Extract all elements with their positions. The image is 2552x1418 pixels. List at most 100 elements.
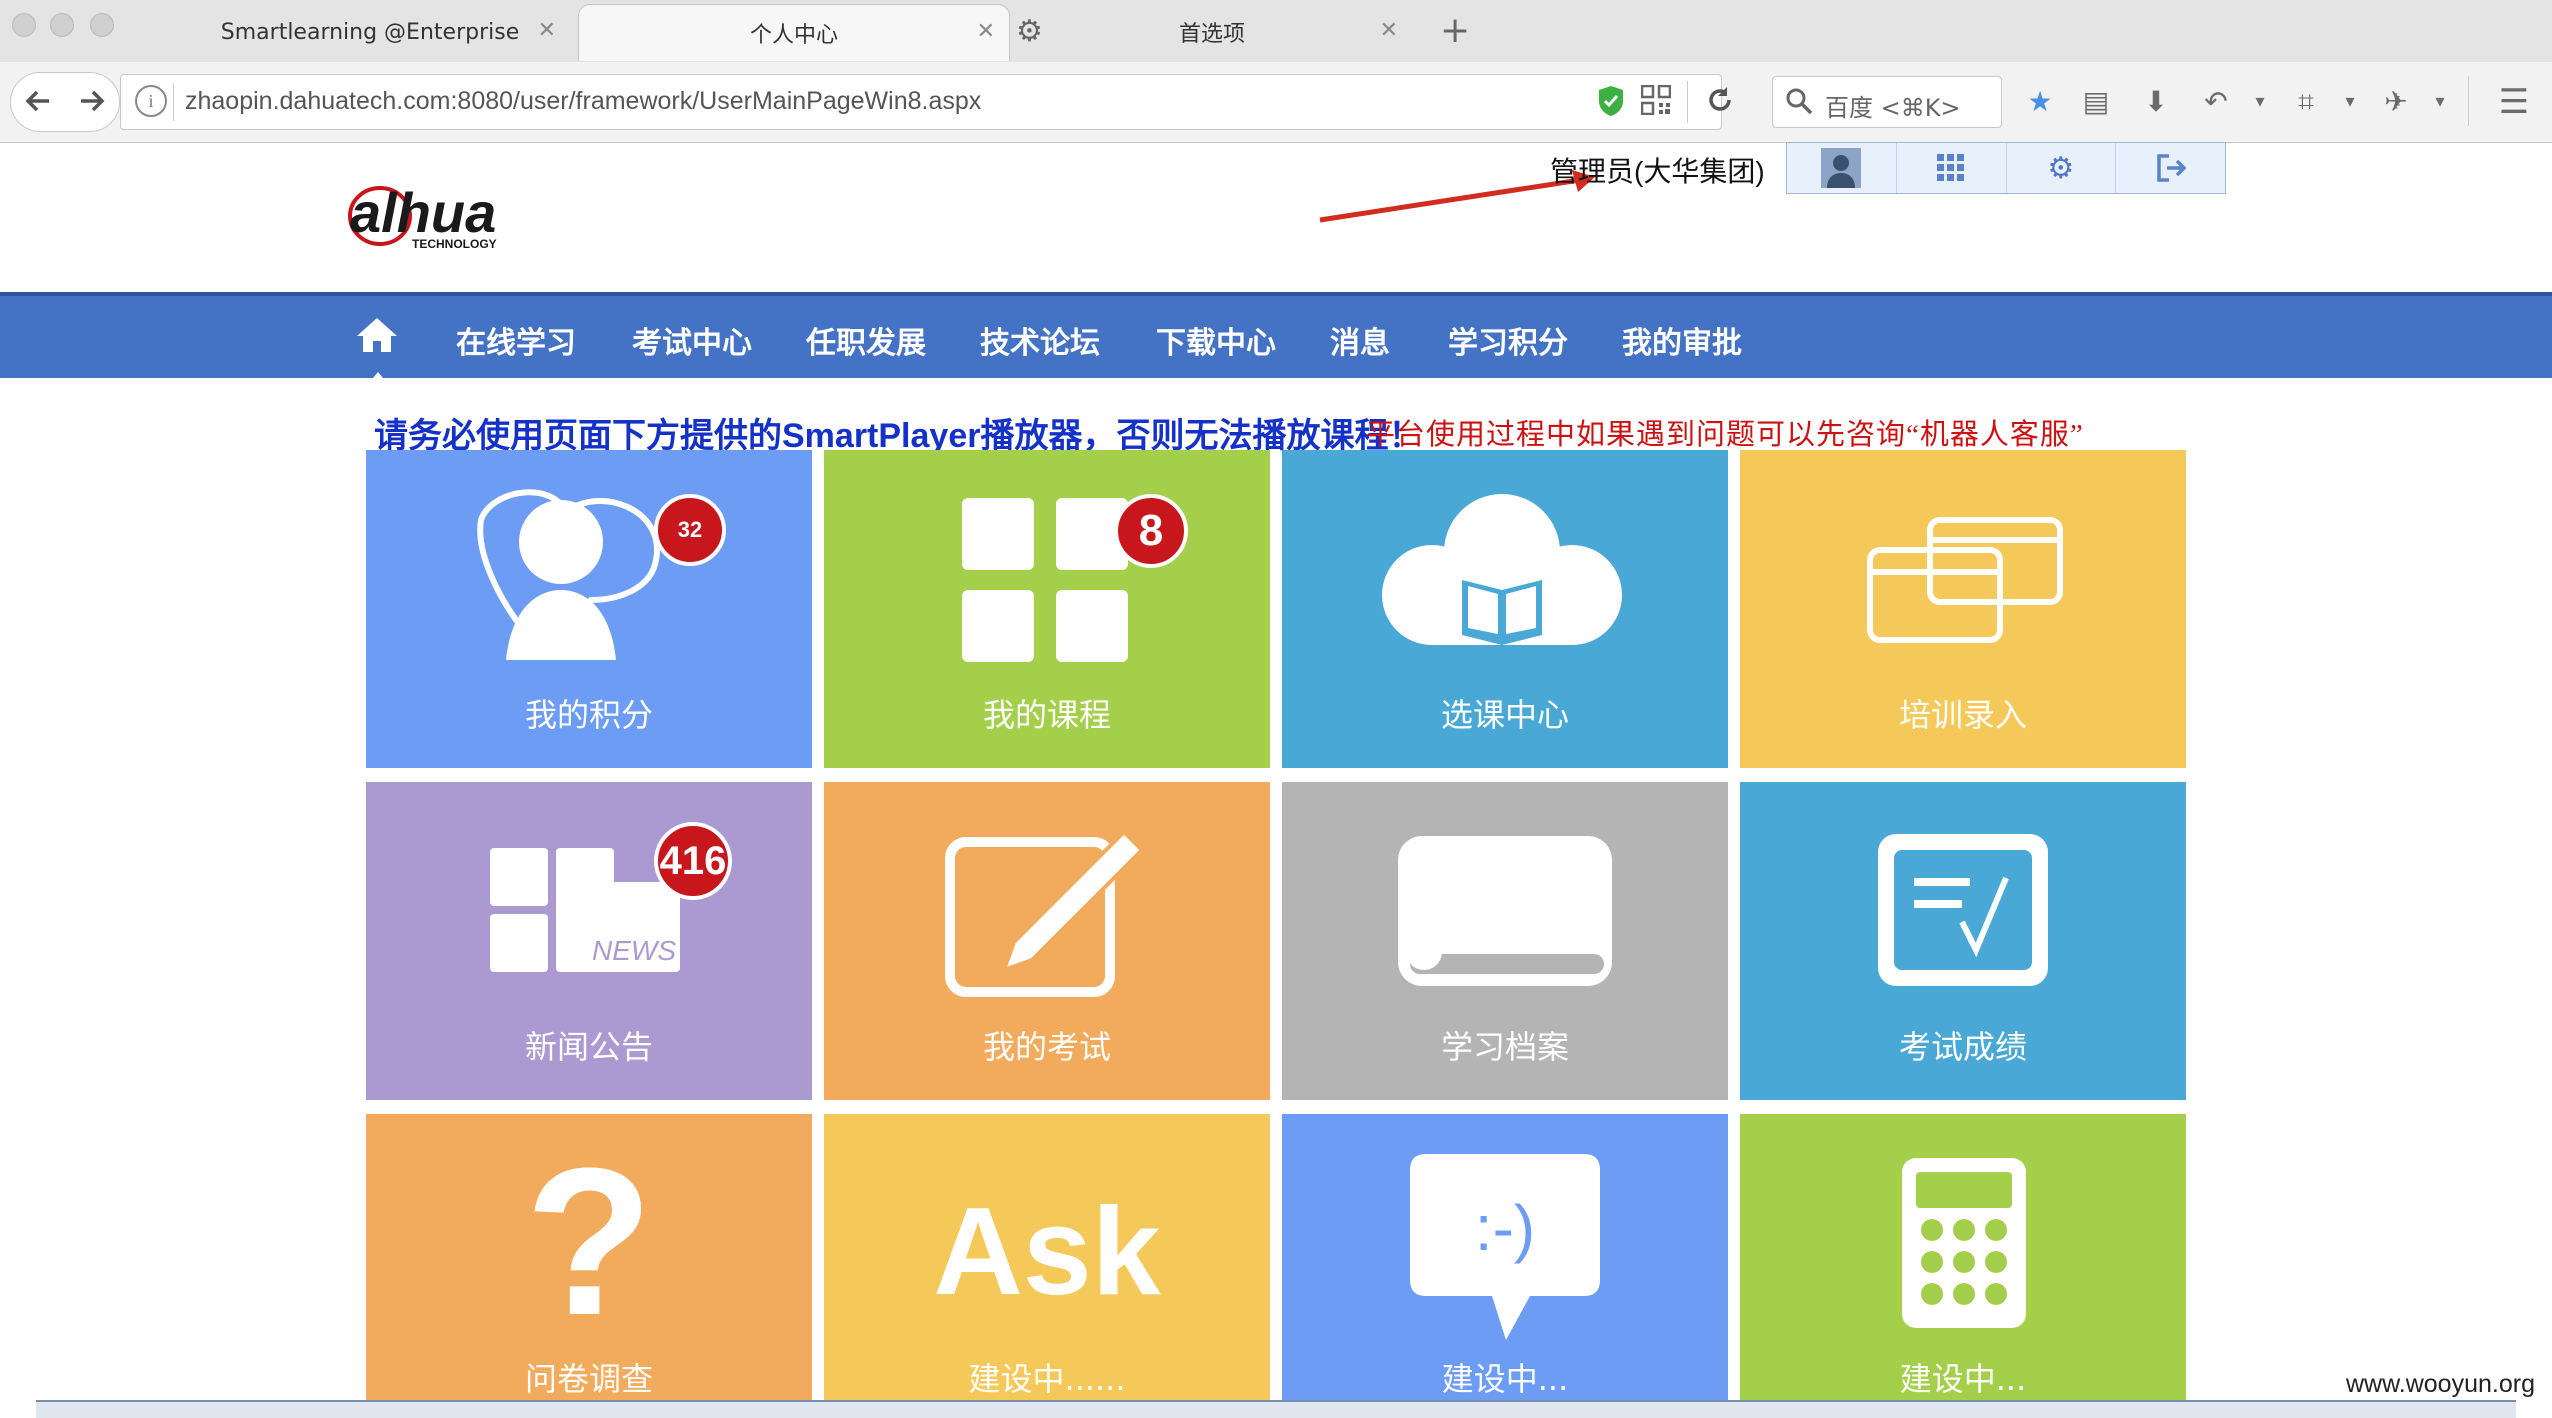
chat-person-icon xyxy=(477,489,661,660)
gear-icon: ⚙ xyxy=(1016,14,1043,49)
chevron-down-icon[interactable]: ▾ xyxy=(2240,82,2280,122)
tile-ask[interactable]: Ask 建设中...... xyxy=(824,1114,1270,1400)
crop-icon[interactable]: ⌗ xyxy=(2286,82,2326,122)
tile-survey[interactable]: ? 问卷调查 xyxy=(366,1114,812,1400)
nav-item-messages[interactable]: 消息 xyxy=(1330,318,1390,362)
tab-label: Smartlearning @Enterprise xyxy=(220,19,520,45)
forward-button[interactable] xyxy=(64,72,120,130)
tile-under-construction-calc[interactable]: 建设中... xyxy=(1740,1114,2186,1400)
window-close-button[interactable] xyxy=(12,13,36,37)
tile-label: 我的积分 xyxy=(524,696,653,734)
scorecard-icon xyxy=(1878,834,2048,986)
nav-item-downloads[interactable]: 下载中心 xyxy=(1156,318,1276,362)
tab-preferences[interactable]: ⚙ 首选项 ✕ xyxy=(1012,4,1412,60)
search-placeholder: 百度 <⌘K> xyxy=(1825,94,1961,122)
logout-icon xyxy=(2156,154,2187,182)
tile-my-exams[interactable]: 我的考试 xyxy=(824,782,1270,1100)
forward-arrow-icon xyxy=(81,90,105,112)
nav-item-points[interactable]: 学习积分 xyxy=(1448,318,1568,362)
reload-icon[interactable] xyxy=(1705,85,1735,119)
user-name-label: 管理员(大华集团) xyxy=(1550,156,1765,187)
nav-item-online-learning[interactable]: 在线学习 xyxy=(456,318,576,362)
divider xyxy=(173,83,174,121)
nav-item-forum[interactable]: 技术论坛 xyxy=(980,318,1100,362)
cloud-book-icon xyxy=(1382,494,1622,645)
settings-button[interactable]: ⚙ xyxy=(2007,143,2117,193)
download-icon[interactable]: ⬇ xyxy=(2136,82,2176,122)
tab-close-icon[interactable]: ✕ xyxy=(1380,18,1398,43)
tile-my-points[interactable]: 32 我的积分 xyxy=(366,450,812,768)
news-badge: 416 xyxy=(654,822,732,900)
tile-training-entry[interactable]: 培训录入 xyxy=(1740,450,2186,768)
support-notice: 平台使用过程中如果遇到问题可以先咨询“机器人客服” xyxy=(1366,419,2084,451)
nav-item-approvals[interactable]: 我的审批 xyxy=(1622,318,1742,362)
new-tab-button[interactable]: + xyxy=(1440,10,1470,51)
back-arrow-icon xyxy=(25,90,49,112)
shield-check-icon[interactable] xyxy=(1597,85,1625,121)
tile-label: 我的考试 xyxy=(982,1028,1111,1066)
tab-label: 个人中心 xyxy=(749,23,838,48)
user-avatar-icon xyxy=(1821,148,1862,188)
ask-glyph: Ask xyxy=(933,1183,1162,1321)
tile-learning-records[interactable]: 学习档案 xyxy=(1282,782,1728,1100)
tile-label: 新闻公告 xyxy=(524,1028,653,1066)
tile-course-selection[interactable]: 选课中心 xyxy=(1282,450,1728,768)
undo-icon[interactable]: ↶ xyxy=(2196,82,2236,122)
chevron-down-icon[interactable]: ▾ xyxy=(2420,82,2460,122)
nav-item-career[interactable]: 任职发展 xyxy=(806,318,926,362)
tile-exam-scores[interactable]: 考试成绩 xyxy=(1740,782,2186,1100)
browser-toolbar: i zhaopin.dahuatech.com:8080/user/framew… xyxy=(0,62,2552,143)
window-minimize-button[interactable] xyxy=(50,13,74,37)
gear-icon: ⚙ xyxy=(2047,150,2075,186)
user-toolbar: ⚙ xyxy=(1786,142,2226,194)
apps-icon xyxy=(1937,154,1965,181)
browser-tab-bar: Smartlearning @Enterprise ✕ 个人中心 ✕ ⚙ 首选项… xyxy=(0,0,2552,63)
bottom-status-bar xyxy=(36,1400,2516,1418)
nav-item-exam-center[interactable]: 考试中心 xyxy=(632,318,752,362)
apps-button[interactable] xyxy=(1897,143,2007,193)
info-icon[interactable]: i xyxy=(135,85,167,117)
tile-label: 问卷调查 xyxy=(524,1360,653,1398)
logo-subtext: TECHNOLOGY xyxy=(412,237,497,251)
logout-button[interactable] xyxy=(2116,143,2225,193)
calculator-icon xyxy=(1902,1158,2026,1328)
back-button[interactable] xyxy=(10,72,66,130)
bookmark-star-icon[interactable]: ★ xyxy=(2020,82,2060,122)
url-text[interactable]: zhaopin.dahuatech.com:8080/user/framewor… xyxy=(185,87,981,116)
chevron-down-icon[interactable]: ▾ xyxy=(2330,82,2370,122)
reading-list-icon[interactable]: ▤ xyxy=(2076,82,2116,122)
news-icon-text: NEWS xyxy=(592,935,676,966)
adblock-icon[interactable]: ✈ xyxy=(2376,82,2416,122)
tile-label: 建设中... xyxy=(1899,1360,2027,1398)
windows-icon xyxy=(1867,517,2063,643)
tile-under-construction-chat[interactable]: :-) 建设中... xyxy=(1282,1114,1728,1400)
logo-text: alhua xyxy=(350,182,496,244)
search-box[interactable]: 百度 <⌘K> xyxy=(1772,76,2002,128)
tile-label: 学习档案 xyxy=(1440,1028,1569,1066)
edit-icon xyxy=(945,829,1145,997)
tile-news[interactable]: NEWS 416 新闻公告 xyxy=(366,782,812,1100)
user-profile-button[interactable] xyxy=(1787,143,1897,193)
active-caret xyxy=(368,372,388,384)
courses-badge: 8 xyxy=(1114,494,1188,568)
qr-code-icon[interactable] xyxy=(1640,84,1672,119)
tile-label: 我的课程 xyxy=(982,696,1111,734)
tab-close-icon[interactable]: ✕ xyxy=(538,18,556,43)
tile-label: 建设中... xyxy=(1441,1360,1569,1398)
dahua-logo[interactable]: alhua TECHNOLOGY xyxy=(348,181,588,266)
main-nav-bar: 在线学习 考试中心 任职发展 技术论坛 下载中心 消息 学习积分 我的审批 xyxy=(0,292,2552,384)
nav-home-button[interactable] xyxy=(356,316,398,384)
window-zoom-button[interactable] xyxy=(90,13,114,37)
tab-smartlearning[interactable]: Smartlearning @Enterprise ✕ xyxy=(170,4,570,60)
watermark-text: www.wooyun.org xyxy=(2346,1370,2535,1398)
grid-icon xyxy=(962,498,1128,662)
divider xyxy=(2468,76,2469,126)
address-bar[interactable]: i zhaopin.dahuatech.com:8080/user/framew… xyxy=(120,74,1731,130)
tile-my-courses[interactable]: 8 我的课程 xyxy=(824,450,1270,768)
tile-label: 考试成绩 xyxy=(1898,1028,2027,1066)
menu-icon[interactable]: ☰ xyxy=(2494,82,2534,122)
tab-personal-center[interactable]: 个人中心 ✕ xyxy=(578,4,1010,61)
smiley-glyph: :-) xyxy=(1475,1192,1535,1264)
tab-close-icon[interactable]: ✕ xyxy=(977,19,995,44)
points-badge: 32 xyxy=(654,494,726,566)
